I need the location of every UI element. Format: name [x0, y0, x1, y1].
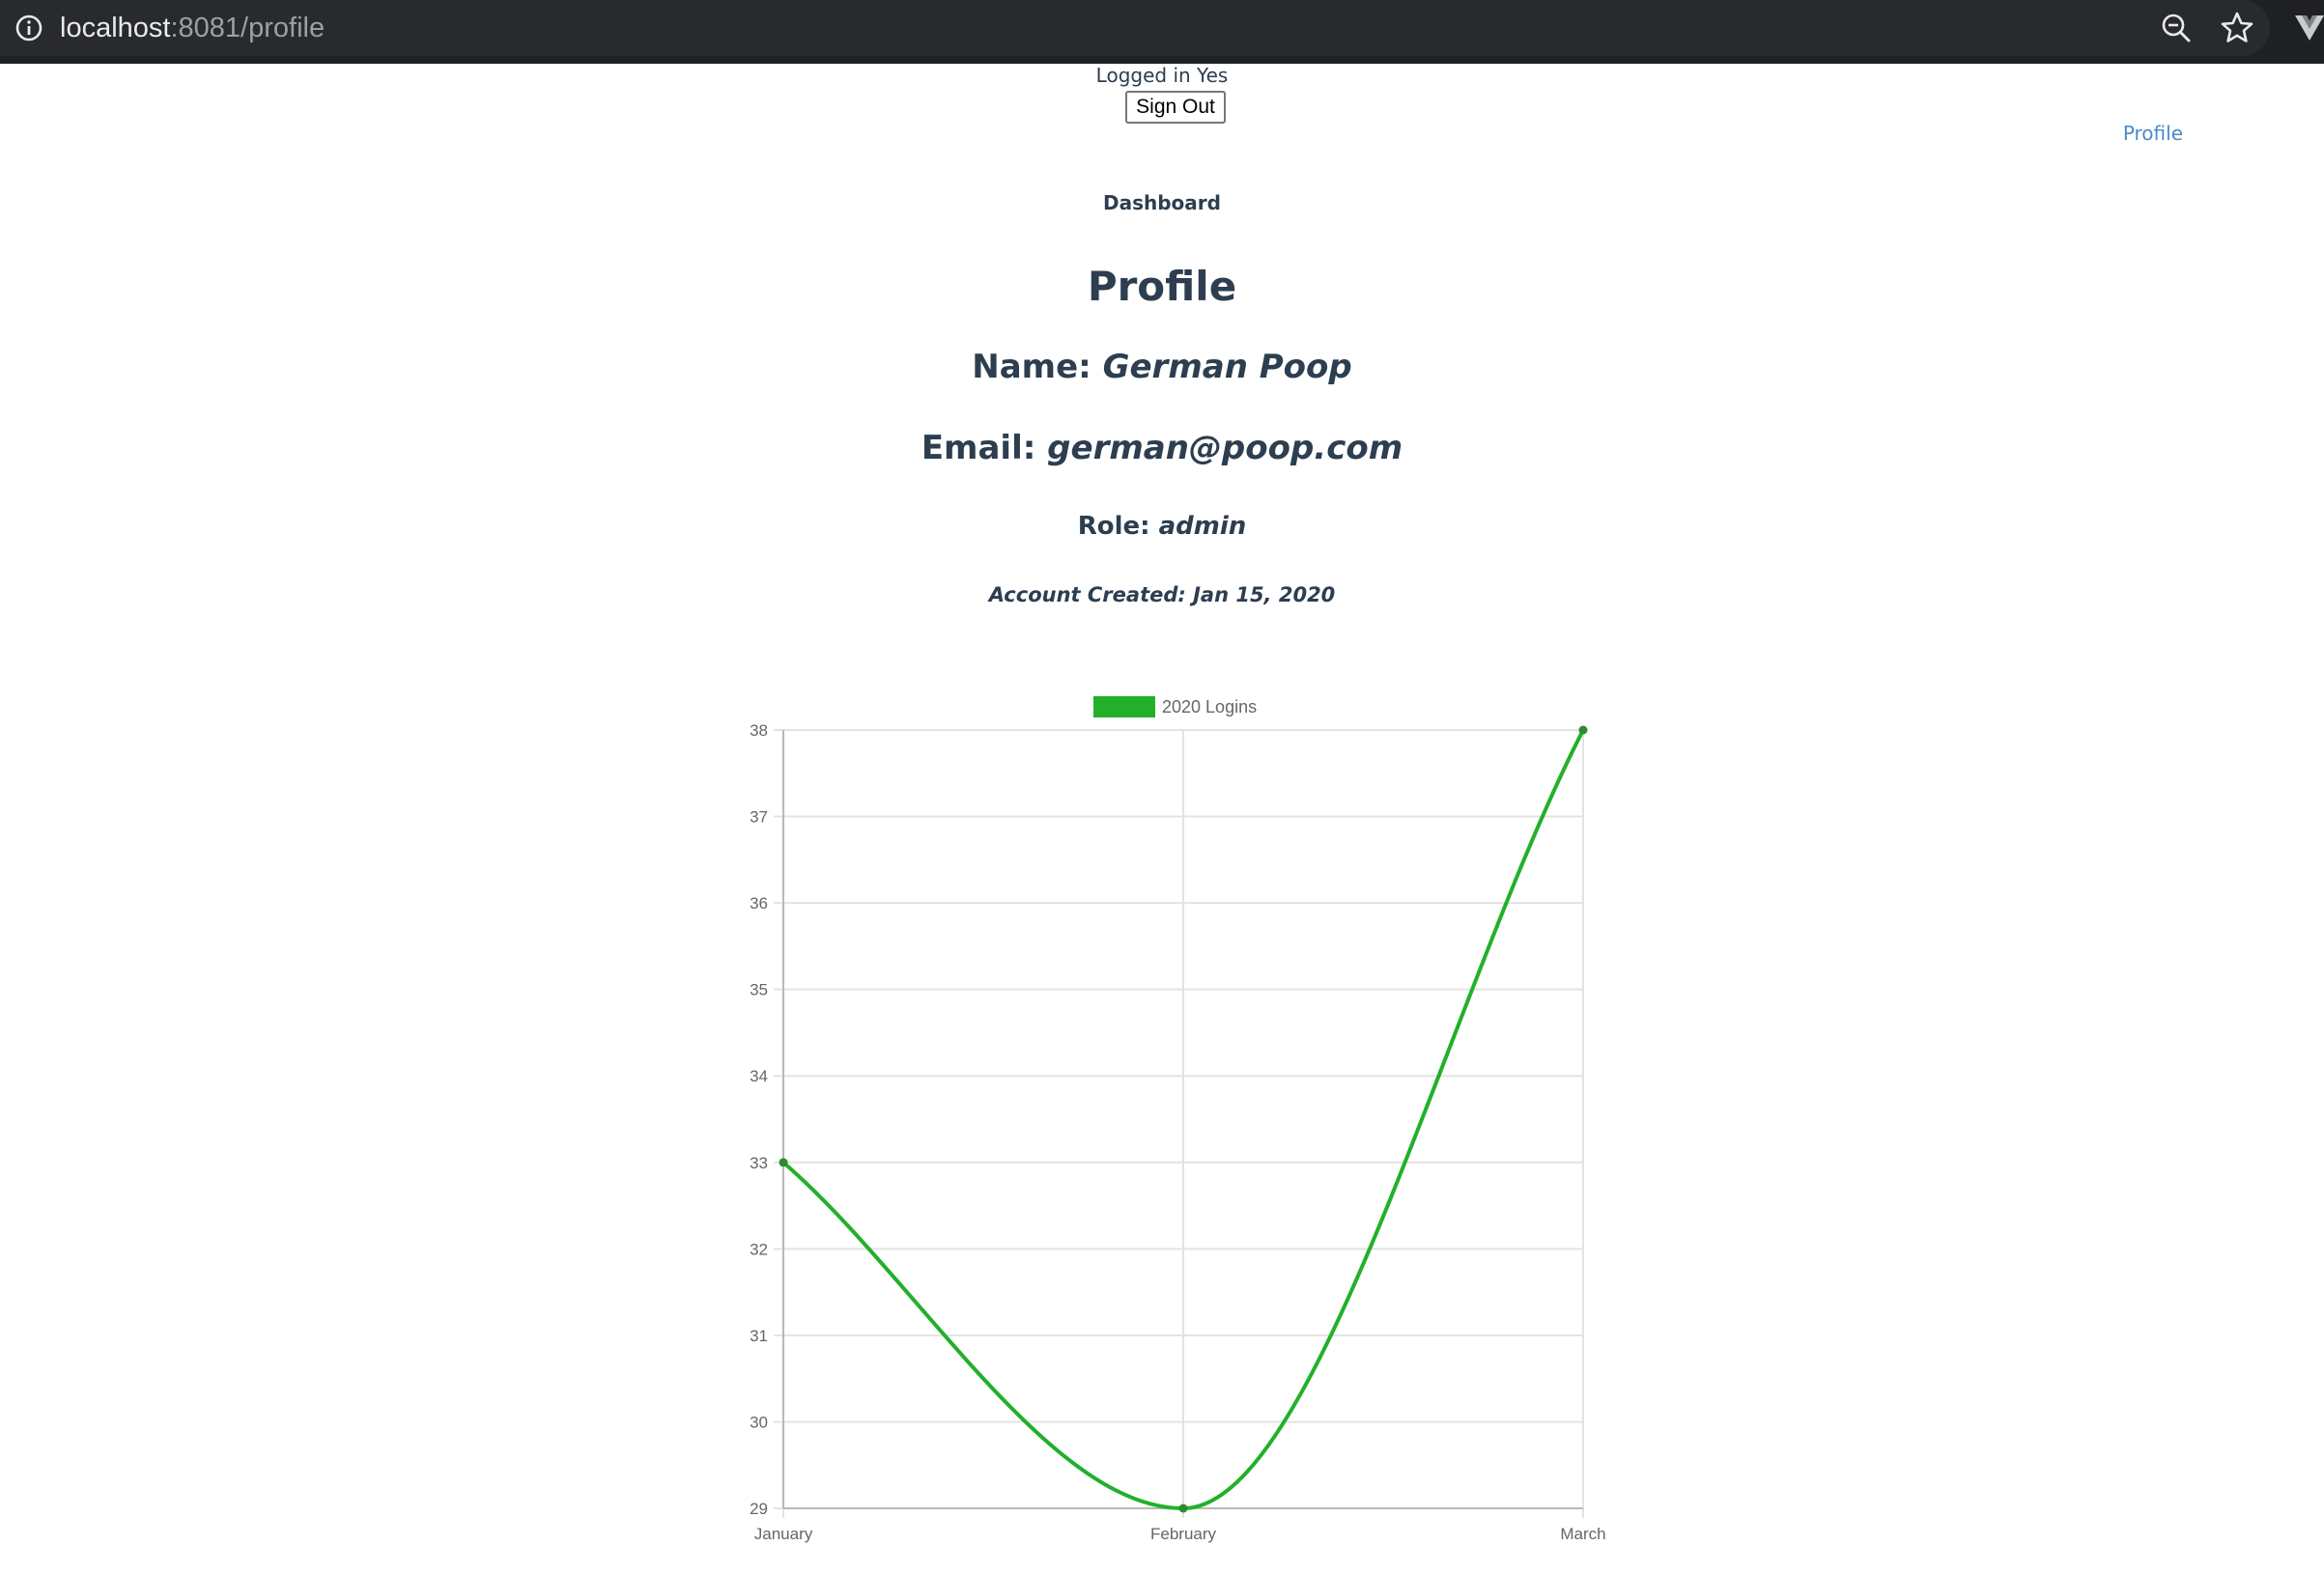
- url-host: localhost: [60, 13, 171, 43]
- legend-swatch: [1093, 696, 1155, 717]
- url-path: :8081/profile: [170, 13, 326, 43]
- zoom-out-icon[interactable]: [2160, 12, 2193, 44]
- y-tick-label: 34: [750, 1067, 768, 1085]
- y-tick-label: 32: [750, 1240, 768, 1258]
- info-icon[interactable]: [14, 13, 44, 43]
- y-tick-label: 38: [750, 721, 768, 740]
- star-icon[interactable]: [2220, 11, 2254, 45]
- legend-label: 2020 Logins: [1162, 697, 1257, 717]
- page-content: Logged in Yes Sign Out Profile Dashboard…: [0, 64, 2324, 1574]
- y-tick-label: 37: [750, 808, 768, 827]
- browser-toolbar: localhost:8081/profile: [0, 0, 2324, 64]
- y-tick-label: 35: [750, 981, 768, 999]
- data-point: [1178, 1504, 1188, 1513]
- x-tick-label: February: [1150, 1525, 1217, 1543]
- x-tick-label: January: [754, 1525, 813, 1543]
- address-bar[interactable]: localhost:8081/profile: [0, 0, 2270, 56]
- y-tick-label: 31: [750, 1327, 768, 1345]
- data-point: [779, 1158, 788, 1167]
- logins-line-chart: 29 30 31 32 33 34 35 36 37 38 January February March…: [750, 696, 1606, 1543]
- y-tick-label: 29: [750, 1500, 768, 1518]
- x-tick-label: March: [1560, 1525, 1605, 1543]
- y-tick-label: 30: [750, 1413, 768, 1431]
- data-point: [1578, 725, 1588, 735]
- y-tick-label: 33: [750, 1154, 768, 1172]
- address-url[interactable]: localhost:8081/profile: [60, 12, 325, 44]
- y-tick-label: 36: [750, 894, 768, 913]
- vue-devtools-icon[interactable]: [2295, 15, 2324, 41]
